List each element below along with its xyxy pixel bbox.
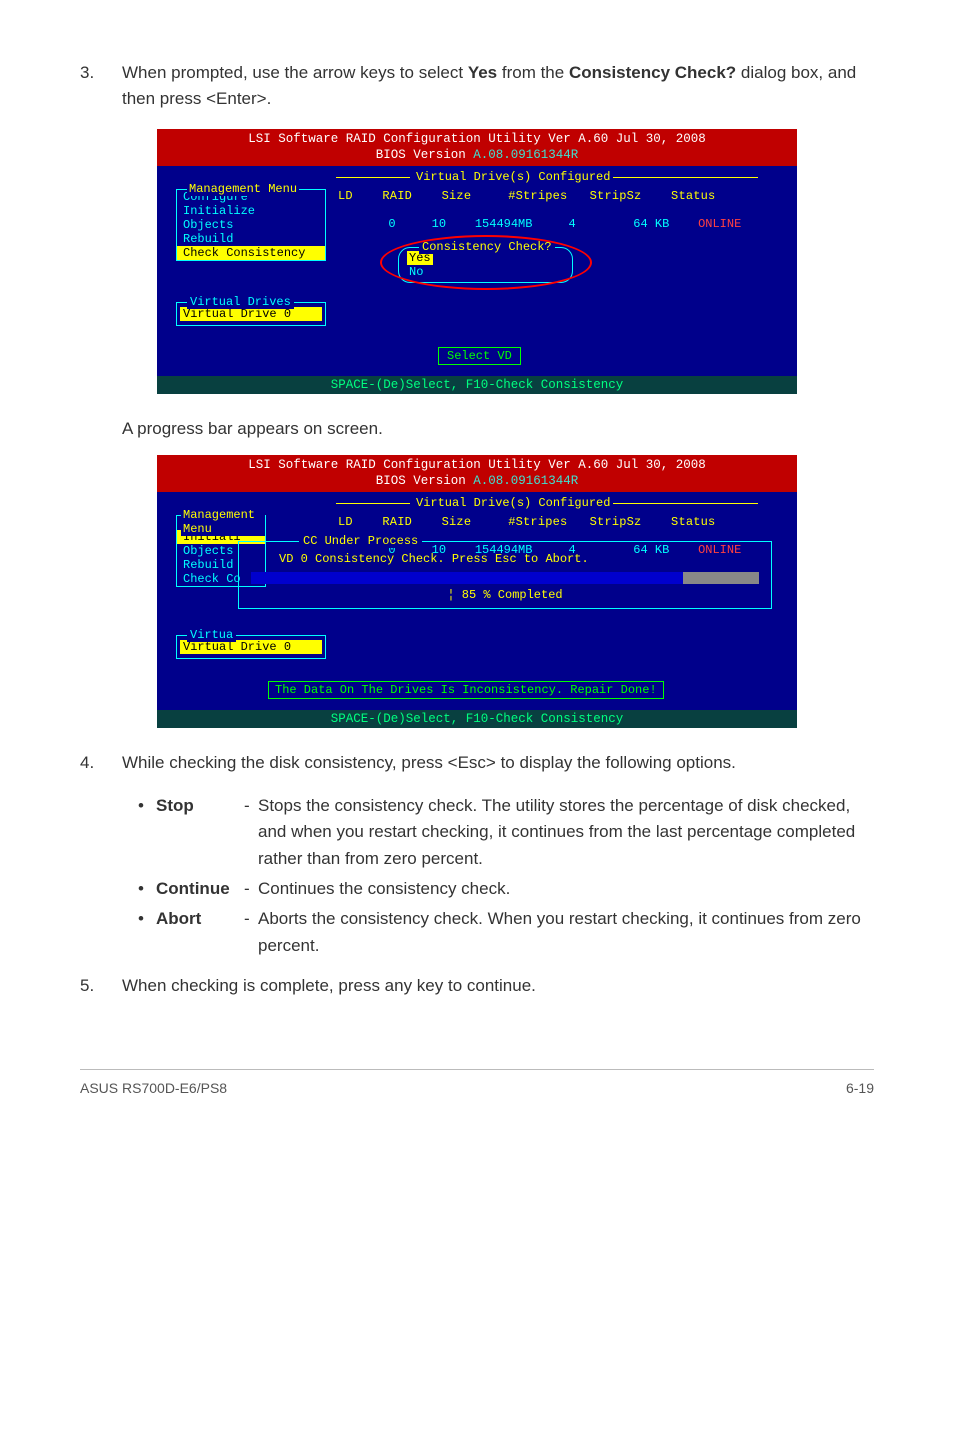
bios-footer: SPACE-(De)Select, F10-Check Consistency <box>157 376 797 394</box>
bios-screenshot-1: LSI Software RAID Configuration Utility … <box>157 129 797 394</box>
bios-footer: SPACE-(De)Select, F10-Check Consistency <box>157 710 797 728</box>
progress-message: VD 0 Consistency Check. Press Esc to Abo… <box>279 552 761 566</box>
dialog-title: Consistency Check? <box>419 240 555 254</box>
bios-title-line1: LSI Software RAID Configuration Utility … <box>157 457 797 473</box>
vd-configured-title: Virtual Drive(s) Configured <box>413 170 613 184</box>
progress-bar-fill <box>251 572 683 584</box>
bullet-text: Aborts the consistency check. When you r… <box>258 906 874 959</box>
menu-title: Management Menu <box>187 182 299 196</box>
menu-rebuild[interactable]: Rebuild <box>177 232 325 246</box>
interlude-text: A progress bar appears on screen. <box>122 416 874 442</box>
step-5: 5. When checking is complete, press any … <box>80 973 874 999</box>
menu-check-consistency[interactable]: Check Consistency <box>177 246 325 260</box>
bios-body: Virtual Drive(s) Configured Management M… <box>157 492 797 710</box>
bullet-label: Stop <box>156 793 244 872</box>
bullet-continue: • Continue - Continues the consistency c… <box>138 876 874 902</box>
bios-header: LSI Software RAID Configuration Utility … <box>157 129 797 166</box>
footer-left: ASUS RS700D-E6/PS8 <box>80 1080 227 1096</box>
step-number: 5. <box>80 973 122 999</box>
vd-table-row: 0 10 154494MB 4 64 KB ONLINE <box>338 203 741 245</box>
bios-title-line1: LSI Software RAID Configuration Utility … <box>157 131 797 147</box>
virtual-drives-box: Virtual Drives Virtual Drive 0 <box>176 302 326 326</box>
vd-configured-title: Virtual Drive(s) Configured <box>413 496 613 510</box>
step-text: While checking the disk consistency, pre… <box>122 750 874 776</box>
footer-right: 6-19 <box>846 1080 874 1096</box>
repair-done-message: The Data On The Drives Is Inconsistency.… <box>268 681 664 699</box>
management-menu[interactable]: Management Menu Configure Initialize Obj… <box>176 189 326 261</box>
bullet-label: Abort <box>156 906 244 959</box>
progress-percent: ¦ 85 % Completed <box>249 588 761 602</box>
virtual-drives-box: Virtua Virtual Drive 0 <box>176 635 326 659</box>
page-footer: ASUS RS700D-E6/PS8 6-19 <box>80 1069 874 1096</box>
virtual-drives-title: Virtual Drives <box>187 295 294 309</box>
bios-screenshot-2: LSI Software RAID Configuration Utility … <box>157 455 797 728</box>
step-number: 4. <box>80 750 122 776</box>
virtual-drives-title: Virtua <box>187 628 236 642</box>
bios-body: Virtual Drive(s) Configured Management M… <box>157 166 797 376</box>
vd-table-header: LD RAID Size #Stripes StripSz Status <box>338 515 715 529</box>
step-number: 3. <box>80 60 122 111</box>
virtual-drive-0[interactable]: Virtual Drive 0 <box>180 307 322 321</box>
bullet-stop: • Stop - Stops the consistency check. Th… <box>138 793 874 872</box>
bullet-text: Stops the consistency check. The utility… <box>258 793 874 872</box>
step-text: When prompted, use the arrow keys to sel… <box>122 60 874 111</box>
progress-title: CC Under Process <box>299 534 422 548</box>
bullet-text: Continues the consistency check. <box>258 876 874 902</box>
bullet-abort: • Abort - Aborts the consistency check. … <box>138 906 874 959</box>
menu-title: Management Menu <box>181 508 265 536</box>
step-text: When checking is complete, press any key… <box>122 973 874 999</box>
bios-title-line2: BIOS Version A.08.09161344R <box>157 147 797 163</box>
progress-dialog: CC Under Process VD 0 Consistency Check.… <box>238 541 772 609</box>
bios-header: LSI Software RAID Configuration Utility … <box>157 455 797 492</box>
vd-table-header: LD RAID Size #Stripes StripSz Status <box>338 189 715 203</box>
virtual-drive-0[interactable]: Virtual Drive 0 <box>180 640 322 654</box>
select-vd-hint: Select VD <box>438 347 521 365</box>
menu-initialize[interactable]: Initialize <box>177 204 325 218</box>
bios-title-line2: BIOS Version A.08.09161344R <box>157 473 797 489</box>
step-3: 3. When prompted, use the arrow keys to … <box>80 60 874 111</box>
progress-bar <box>251 572 759 584</box>
step-4: 4. While checking the disk consistency, … <box>80 750 874 776</box>
menu-objects[interactable]: Objects <box>177 218 325 232</box>
bullet-label: Continue <box>156 876 244 902</box>
dialog-no[interactable]: No <box>407 265 425 279</box>
consistency-check-dialog[interactable]: Consistency Check? Yes No <box>398 247 573 283</box>
